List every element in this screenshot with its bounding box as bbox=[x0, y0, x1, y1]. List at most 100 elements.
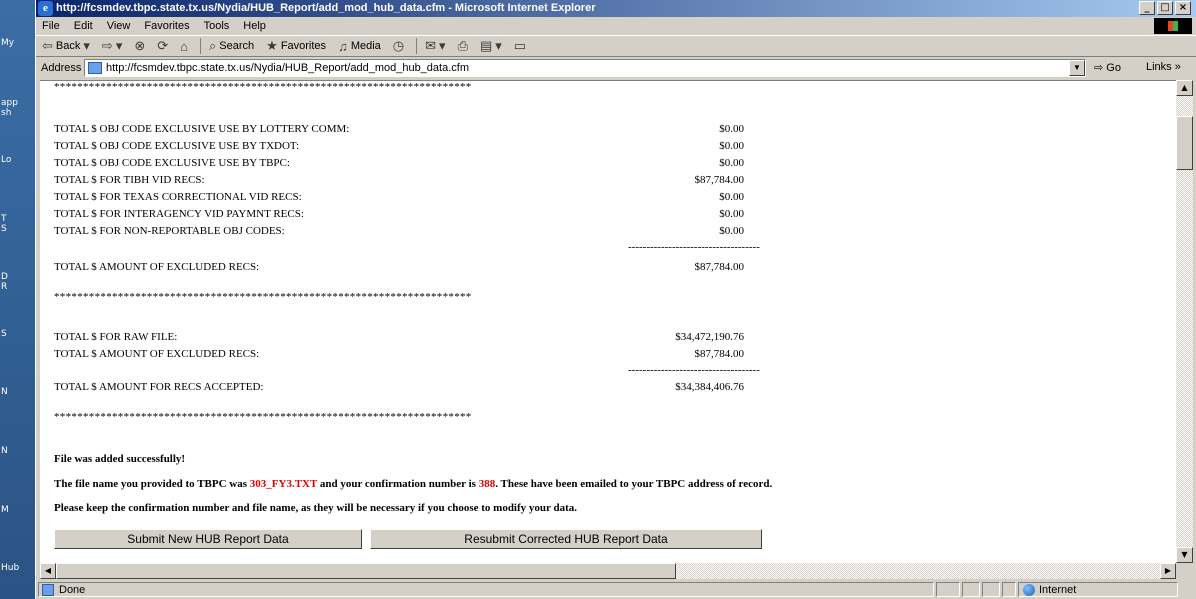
address-url: http://fcsmdev.tbpc.state.tx.us/Nydia/HU… bbox=[106, 62, 469, 74]
mail-icon: ✉ bbox=[425, 38, 437, 53]
address-input[interactable]: http://fcsmdev.tbpc.state.tx.us/Nydia/HU… bbox=[84, 59, 1086, 77]
chevron-down-icon: ▾ bbox=[495, 38, 502, 53]
conf-middle: and your confirmation number is bbox=[317, 478, 479, 490]
print-button[interactable]: ⎙ bbox=[458, 38, 468, 54]
go-label: Go bbox=[1106, 62, 1121, 74]
refresh-button[interactable]: ⟳ bbox=[157, 38, 168, 54]
discuss-button[interactable]: ▭ bbox=[514, 38, 526, 54]
scroll-up-button[interactable]: ▲ bbox=[1176, 80, 1193, 96]
home-button[interactable]: ⌂ bbox=[180, 39, 188, 54]
stop-icon: ⊗ bbox=[134, 38, 146, 53]
chevron-down-icon: ▾ bbox=[115, 38, 123, 53]
desktop-label[interactable]: N bbox=[1, 446, 33, 456]
menu-view[interactable]: View bbox=[107, 20, 131, 32]
row-label: TOTAL $ OBJ CODE EXCLUSIVE USE BY LOTTER… bbox=[54, 123, 350, 135]
media-button[interactable]: ♫ Media bbox=[338, 39, 381, 54]
horizontal-scroll-thumb[interactable] bbox=[56, 563, 676, 579]
scroll-right-button[interactable]: ▶ bbox=[1160, 563, 1176, 579]
menu-help[interactable]: Help bbox=[243, 20, 266, 32]
conf-suffix: . These have been emailed to your TBPC a… bbox=[495, 478, 773, 490]
report-row: TOTAL $ OBJ CODE EXCLUSIVE USE BY LOTTER… bbox=[54, 123, 744, 139]
mail-button[interactable]: ✉ ▾ bbox=[425, 38, 445, 54]
chevron-right-icon: » bbox=[1174, 61, 1181, 73]
close-button[interactable]: × bbox=[1175, 1, 1191, 15]
row-value: $0.00 bbox=[719, 123, 744, 135]
star-divider: ****************************************… bbox=[54, 291, 472, 303]
scroll-left-button[interactable]: ◀ bbox=[40, 563, 56, 579]
excluded-total-value: $87,784.00 bbox=[694, 261, 745, 273]
globe-icon bbox=[1023, 583, 1035, 596]
status-bar: Done Internet bbox=[36, 580, 1196, 599]
edit-button[interactable]: ▤ ▾ bbox=[480, 38, 502, 54]
address-dropdown-button[interactable]: ▼ bbox=[1069, 60, 1085, 76]
desktop-label[interactable]: sh bbox=[1, 108, 33, 118]
menu-bar: File Edit View Favorites Tools Help bbox=[36, 17, 1196, 35]
back-arrow-icon: ⇦ bbox=[42, 38, 53, 53]
refresh-icon: ⟳ bbox=[157, 38, 169, 53]
scroll-down-button[interactable]: ▼ bbox=[1176, 547, 1193, 563]
page-icon bbox=[88, 62, 102, 74]
horizontal-scrollbar[interactable]: ◀ ▶ bbox=[40, 563, 1176, 579]
media-label: Media bbox=[350, 40, 381, 52]
word-icon: ▤ bbox=[479, 38, 493, 53]
forward-button[interactable]: ⇨ ▾ bbox=[102, 38, 122, 54]
status-text-panel: Done bbox=[38, 582, 934, 597]
confirmation-number: 388 bbox=[478, 478, 496, 490]
submit-new-button[interactable]: Submit New HUB Report Data bbox=[54, 529, 362, 549]
menu-favorites[interactable]: Favorites bbox=[144, 20, 189, 32]
go-button[interactable]: ⇨ Go bbox=[1094, 61, 1121, 74]
page-content: ****************************************… bbox=[40, 80, 1176, 563]
security-zone[interactable]: Internet bbox=[1018, 582, 1178, 597]
title-bar[interactable]: e http://fcsmdev.tbpc.state.tx.us/Nydia/… bbox=[36, 0, 1196, 17]
search-label: Search bbox=[219, 40, 255, 52]
row-value: $0.00 bbox=[719, 140, 744, 152]
menu-file[interactable]: File bbox=[42, 20, 60, 32]
desktop-label[interactable]: Lo bbox=[1, 155, 33, 165]
raw-file-label: TOTAL $ FOR RAW FILE: bbox=[54, 331, 178, 343]
desktop-label[interactable]: app bbox=[1, 98, 33, 108]
dash-divider: ------------------------------------ bbox=[628, 241, 760, 253]
keep-note: Please keep the confirmation number and … bbox=[54, 502, 577, 514]
report-row: TOTAL $ OBJ CODE EXCLUSIVE USE BY TXDOT:… bbox=[54, 140, 744, 156]
report-row: TOTAL $ FOR TEXAS CORRECTIONAL VID RECS:… bbox=[54, 191, 744, 207]
zone-label: Internet bbox=[1039, 583, 1077, 596]
row-label: TOTAL $ FOR TIBH VID RECS: bbox=[54, 174, 205, 186]
resubmit-button[interactable]: Resubmit Corrected HUB Report Data bbox=[370, 529, 762, 549]
search-button[interactable]: ⌕ Search bbox=[209, 38, 254, 54]
confirmation-message: The file name you provided to TBPC was 3… bbox=[54, 478, 772, 490]
desktop-label[interactable]: R bbox=[1, 282, 33, 292]
vertical-scrollbar[interactable]: ▲ ▼ bbox=[1176, 80, 1193, 563]
maximize-button[interactable]: □ bbox=[1157, 1, 1173, 15]
minimize-button[interactable]: _ bbox=[1139, 1, 1155, 15]
back-button[interactable]: ⇦ Back ▾ bbox=[42, 38, 90, 54]
scroll-thumb[interactable] bbox=[1176, 116, 1193, 170]
desktop-label[interactable]: D bbox=[1, 272, 33, 282]
star-divider: ****************************************… bbox=[54, 411, 472, 423]
links-button[interactable]: Links » bbox=[1146, 61, 1181, 73]
status-cell bbox=[982, 582, 1000, 597]
status-cell bbox=[1002, 582, 1016, 597]
accepted-total-value: $34,384,406.76 bbox=[675, 381, 744, 393]
desktop-label[interactable]: My bbox=[1, 38, 33, 48]
desktop-label[interactable]: N bbox=[1, 387, 33, 397]
menu-edit[interactable]: Edit bbox=[74, 20, 93, 32]
excluded-total-label: TOTAL $ AMOUNT OF EXCLUDED RECS: bbox=[54, 261, 260, 273]
desktop-label[interactable]: Hub bbox=[1, 563, 33, 573]
dash-divider: ------------------------------------ bbox=[628, 364, 760, 376]
home-icon: ⌂ bbox=[180, 38, 189, 54]
forward-arrow-icon: ⇨ bbox=[101, 38, 113, 53]
desktop-label[interactable]: T bbox=[1, 214, 33, 224]
menu-tools[interactable]: Tools bbox=[204, 20, 230, 32]
desktop-label[interactable]: S bbox=[1, 329, 33, 339]
desktop-label[interactable]: M bbox=[1, 505, 33, 515]
excluded-total-value: $87,784.00 bbox=[694, 348, 745, 360]
desktop-label[interactable]: S bbox=[1, 224, 33, 234]
address-label: Address bbox=[41, 62, 82, 74]
favorites-button[interactable]: ★ Favorites bbox=[266, 38, 326, 54]
status-text: Done bbox=[59, 583, 86, 596]
history-icon: ◷ bbox=[392, 38, 405, 53]
history-button[interactable]: ◷ bbox=[393, 38, 404, 54]
stop-button[interactable]: ⊗ bbox=[134, 38, 145, 54]
accepted-total-label: TOTAL $ AMOUNT FOR RECS ACCEPTED: bbox=[54, 381, 264, 393]
links-label: Links bbox=[1146, 61, 1172, 73]
